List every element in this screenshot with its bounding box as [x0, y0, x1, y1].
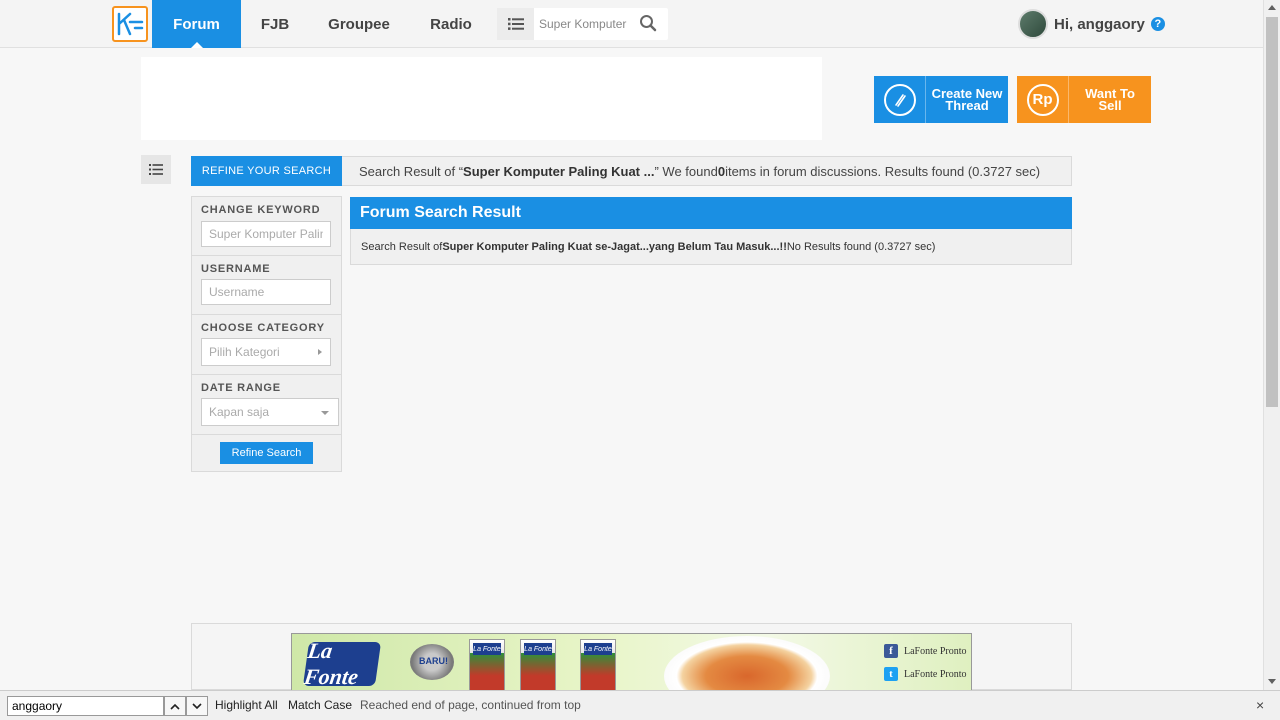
summary-keyword: Super Komputer Paling Kuat ... [463, 163, 655, 179]
spaghetti-plate-image [664, 636, 830, 690]
nav-forum[interactable]: Forum [152, 0, 241, 48]
keyword-section: CHANGE KEYWORD [192, 197, 341, 256]
list-icon[interactable] [497, 8, 534, 40]
close-icon[interactable]: × [1256, 697, 1264, 713]
facebook-icon: f [884, 644, 898, 658]
help-icon[interactable]: ? [1150, 17, 1165, 31]
match-case-toggle[interactable]: Match Case [288, 698, 352, 712]
refine-search-button[interactable]: Refine Search [220, 442, 313, 464]
category-select[interactable]: Pilih Kategori [201, 338, 331, 366]
find-input[interactable] [7, 696, 164, 716]
rupiah-icon: Rp [1026, 83, 1059, 116]
avatar[interactable] [1018, 9, 1048, 39]
create-thread-label: Create New Thread [931, 85, 1003, 113]
list-icon [149, 164, 163, 175]
summary-count: 0 [717, 163, 726, 179]
chevron-down-icon[interactable] [186, 696, 208, 716]
chevron-up-icon[interactable] [164, 696, 186, 716]
twitter-link: t LaFonte Pronto [884, 667, 967, 681]
category-title: CHOOSE CATEGORY [201, 322, 325, 334]
search-icon[interactable] [639, 14, 659, 34]
product-pack: La Fonte [469, 639, 505, 690]
page-scrollbar[interactable] [1263, 0, 1280, 690]
nav-groupee[interactable]: Groupee [322, 0, 396, 48]
username-section: USERNAME [192, 256, 341, 315]
want-to-sell-button[interactable]: Rp Want To Sell [1017, 76, 1151, 123]
date-range-title: DATE RANGE [201, 382, 281, 394]
top-navigation: Forum FJB Groupee Radio Hi, anggaory ? [0, 0, 1263, 48]
username-title: USERNAME [201, 263, 271, 275]
scroll-up-icon[interactable] [1268, 5, 1276, 10]
scroll-down-icon[interactable] [1268, 679, 1276, 684]
kaskus-logo-icon[interactable] [112, 6, 148, 42]
username-input[interactable] [201, 279, 331, 305]
keyword-input[interactable] [201, 221, 331, 247]
product-pack: La Fonte [520, 639, 556, 690]
date-range-select[interactable]: Kapan saja [201, 398, 339, 426]
chevron-down-icon [321, 411, 329, 415]
chevron-right-icon [318, 349, 322, 355]
ad-banner [141, 57, 822, 140]
user-menu[interactable]: Hi, anggaory ? [1018, 8, 1165, 40]
result-keyword: Super Komputer Paling Kuat se-Jagat...ya… [442, 240, 787, 253]
product-pack: La Fonte [580, 639, 616, 690]
date-range-section: DATE RANGE Kapan saja [192, 375, 341, 435]
highlight-all-toggle[interactable]: Highlight All [215, 698, 278, 712]
search-input[interactable] [539, 14, 635, 34]
keyword-title: CHANGE KEYWORD [201, 204, 321, 216]
want-to-sell-label: Want To Sell [1085, 85, 1135, 113]
nav-radio[interactable]: Radio [425, 0, 477, 48]
search-summary: Search Result of “Super Komputer Paling … [342, 156, 1072, 186]
refine-search-tab[interactable]: REFINE YOUR SEARCH [191, 156, 342, 186]
scroll-thumb[interactable] [1266, 17, 1278, 407]
search-bar [497, 8, 668, 40]
user-greeting[interactable]: Hi, anggaory [1054, 16, 1145, 33]
pencil-icon [883, 83, 916, 116]
refine-sidebar: CHANGE KEYWORD USERNAME CHOOSE CATEGORY … [191, 196, 342, 472]
nav-fjb[interactable]: FJB [255, 0, 295, 48]
create-thread-button[interactable]: Create New Thread [874, 76, 1008, 123]
result-title: Forum Search Result [350, 197, 1072, 229]
result-message: Search Result of Super Komputer Paling K… [350, 229, 1072, 265]
find-bar: Highlight All Match Case Reached end of … [0, 690, 1280, 720]
category-section: CHOOSE CATEGORY Pilih Kategori [192, 315, 341, 375]
bottom-ad-container: La Fonte BARU! La Fonte La Fonte La Font… [191, 623, 1072, 691]
find-status: Reached end of page, continued from top [360, 698, 581, 712]
sidebar-toggle-button[interactable] [141, 155, 171, 184]
brand-logo: La Fonte [302, 638, 382, 689]
twitter-icon: t [884, 667, 898, 681]
facebook-link: f LaFonte Pronto [884, 644, 967, 658]
new-badge: BARU! [410, 644, 454, 680]
promo-banner[interactable]: La Fonte BARU! La Fonte La Fonte La Font… [291, 633, 972, 691]
